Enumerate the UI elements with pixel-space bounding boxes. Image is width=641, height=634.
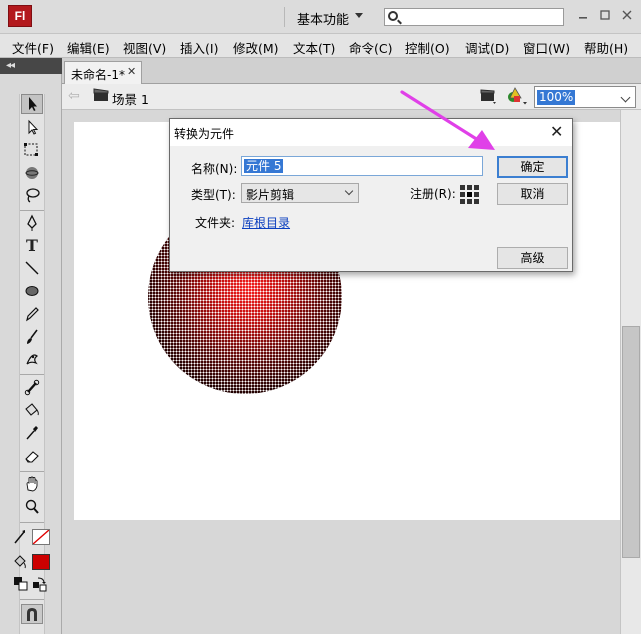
zoom-tool-icon[interactable] [21, 498, 43, 518]
menu-edit[interactable]: 编辑(E) [67, 38, 110, 57]
eyedropper-tool-icon[interactable] [21, 424, 43, 444]
menu-help[interactable]: 帮助(H) [584, 38, 628, 57]
tool-separator [20, 599, 44, 600]
registration-point[interactable] [474, 199, 479, 204]
pencil-tool-icon[interactable] [21, 305, 43, 325]
convert-to-symbol-dialog: 转换为元件 ✕ 名称(N): 元件 5 类型(T): 影片剪辑 注册(R): 文… [169, 118, 573, 272]
brush-tool-icon[interactable] [21, 328, 43, 348]
back-arrow-icon[interactable]: ⇦ [68, 88, 80, 104]
library-root-link[interactable]: 库根目录 [242, 214, 290, 231]
scrollbar-thumb[interactable] [622, 326, 640, 558]
free-transform-tool-icon[interactable] [21, 141, 43, 161]
close-tab-icon[interactable]: ✕ [127, 65, 136, 78]
registration-label: 注册(R): [410, 187, 456, 201]
title-separator [284, 7, 285, 27]
fill-color-icon[interactable] [13, 554, 27, 570]
menu-modify[interactable]: 修改(M) [233, 38, 279, 57]
symbol-name-input[interactable]: 元件 5 [241, 156, 483, 176]
snap-to-objects-icon[interactable] [21, 604, 43, 624]
registration-point[interactable] [474, 192, 479, 197]
tool-separator [20, 471, 44, 472]
symbol-name-value: 元件 5 [244, 159, 284, 173]
chevron-down-icon [344, 186, 354, 196]
line-tool-icon[interactable] [21, 259, 43, 279]
cancel-button[interactable]: 取消 [497, 183, 568, 205]
menu-window[interactable]: 窗口(W) [523, 38, 570, 57]
edit-symbols-icon[interactable] [506, 86, 528, 106]
collapse-panel-icon[interactable]: ◂◂ [6, 58, 15, 74]
registration-grid-icon[interactable] [460, 185, 480, 205]
zoom-select[interactable]: 100% [534, 86, 636, 108]
edit-scene-icon[interactable] [480, 88, 498, 106]
menu-text[interactable]: 文本(T) [293, 38, 335, 57]
text-tool-icon[interactable]: T [21, 236, 43, 256]
edit-bar: ⇦ 场景 1 100% [62, 84, 641, 110]
bone-tool-icon[interactable] [21, 378, 43, 398]
workspace-dropdown-arrow-icon[interactable] [355, 13, 363, 18]
search-icon [388, 11, 398, 21]
menu-control[interactable]: 控制(O) [405, 38, 450, 57]
subselection-tool-icon[interactable] [21, 118, 43, 138]
deco-tool-icon[interactable] [21, 350, 43, 370]
type-label: 类型(T): [191, 188, 236, 202]
tool-separator [20, 522, 44, 523]
document-tab[interactable]: 未命名-1* ✕ [64, 61, 142, 84]
pen-tool-icon[interactable] [21, 214, 43, 234]
workspace-switcher[interactable]: 基本功能 [297, 9, 349, 28]
lasso-tool-icon[interactable] [21, 186, 43, 206]
fill-color-swatch[interactable] [32, 554, 50, 570]
close-window-button[interactable] [620, 8, 634, 22]
menu-bar: 文件(F) 编辑(E) 视图(V) 插入(I) 修改(M) 文本(T) 命令(C… [0, 34, 641, 58]
registration-point[interactable] [460, 199, 465, 204]
hand-tool-icon[interactable] [21, 475, 43, 495]
registration-point-selected[interactable] [467, 192, 472, 197]
registration-point[interactable] [460, 192, 465, 197]
black-and-white-icon[interactable] [13, 576, 29, 592]
dialog-title-bar[interactable]: 转换为元件 ✕ [170, 119, 572, 146]
paint-bucket-tool-icon[interactable] [21, 401, 43, 421]
scene-name[interactable]: 场景 1 [112, 89, 149, 108]
tools-panel-header: ◂◂ [0, 58, 62, 74]
scene-clapper-icon [93, 88, 109, 102]
help-search-input[interactable] [384, 8, 564, 26]
symbol-type-value: 影片剪辑 [246, 188, 295, 202]
menu-debug[interactable]: 调试(D) [465, 38, 509, 57]
maximize-button[interactable] [598, 8, 612, 22]
3d-rotation-tool-icon[interactable] [21, 164, 43, 184]
tools-panel: ◂◂ T [0, 58, 62, 634]
menu-insert[interactable]: 插入(I) [180, 38, 218, 57]
oval-tool-icon[interactable] [21, 282, 43, 302]
minimize-button[interactable] [576, 8, 590, 22]
document-tab-bar: 未命名-1* ✕ [62, 58, 641, 84]
stroke-color-swatch[interactable] [32, 529, 50, 545]
zoom-value: 100% [537, 90, 576, 105]
stroke-color-icon[interactable] [13, 529, 27, 545]
registration-point[interactable] [467, 199, 472, 204]
tool-separator [20, 374, 44, 375]
menu-file[interactable]: 文件(F) [12, 38, 54, 57]
registration-point[interactable] [460, 185, 465, 190]
name-label: 名称(N): [191, 162, 238, 176]
chevron-down-icon [620, 92, 631, 103]
ok-button[interactable]: 确定 [497, 156, 568, 178]
eraser-tool-icon[interactable] [21, 447, 43, 467]
close-icon[interactable]: ✕ [550, 122, 563, 141]
tool-separator [20, 210, 44, 211]
title-bar: Fl 基本功能 [0, 0, 641, 34]
selection-tool-icon[interactable] [21, 94, 43, 114]
folder-label: 文件夹: [195, 216, 236, 230]
registration-point[interactable] [474, 185, 479, 190]
document-tab-label: 未命名-1* [71, 68, 125, 82]
swap-colors-icon[interactable] [32, 576, 48, 592]
registration-point[interactable] [467, 185, 472, 190]
menu-view[interactable]: 视图(V) [123, 38, 166, 57]
menu-commands[interactable]: 命令(C) [349, 38, 392, 57]
advanced-button[interactable]: 高级 [497, 247, 568, 269]
flash-logo-icon: Fl [8, 5, 32, 27]
symbol-type-select[interactable]: 影片剪辑 [241, 183, 359, 203]
vertical-scrollbar[interactable] [620, 110, 641, 634]
dialog-title: 转换为元件 [174, 127, 235, 141]
